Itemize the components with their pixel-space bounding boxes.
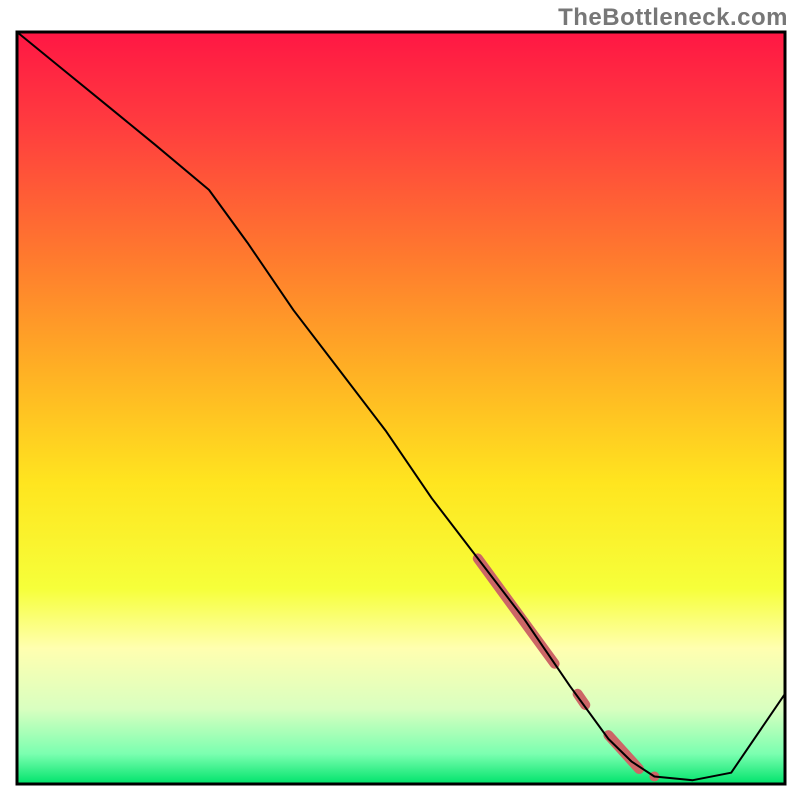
chart-frame: TheBottleneck.com — [0, 0, 800, 800]
plot-background — [17, 32, 785, 784]
watermark-text: TheBottleneck.com — [558, 4, 788, 32]
chart-svg — [0, 0, 800, 800]
